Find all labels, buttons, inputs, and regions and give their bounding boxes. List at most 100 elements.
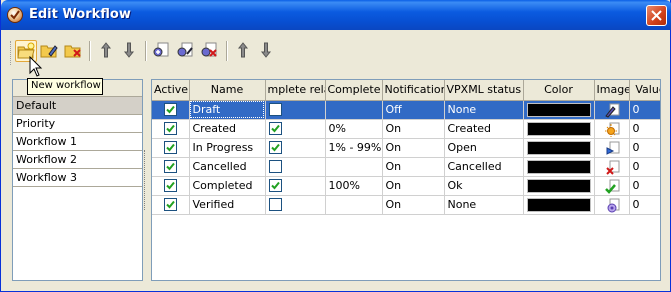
color-cell[interactable]: [523, 119, 595, 139]
complete-related-cell[interactable]: [265, 176, 326, 196]
active-checkbox[interactable]: [163, 103, 177, 117]
complete-related-checkbox[interactable]: [268, 122, 282, 136]
workflow-item[interactable]: Workflow 1: [13, 133, 142, 151]
complete-cell[interactable]: [325, 157, 383, 177]
table-row[interactable]: Created 0% On Created 0: [152, 119, 660, 139]
image-cell[interactable]: [594, 138, 630, 158]
column-header-image[interactable]: Image: [594, 80, 630, 101]
table-row[interactable]: In Progress 1% - 99% On Open 0: [152, 138, 660, 158]
move-workflow-up-button[interactable]: [96, 40, 118, 62]
color-swatch: [526, 159, 591, 174]
name-cell[interactable]: In Progress: [189, 138, 266, 158]
column-header-active[interactable]: Active: [152, 80, 190, 101]
notification-cell[interactable]: On: [382, 157, 445, 177]
panel-splitter[interactable]: [144, 150, 148, 210]
image-cell[interactable]: [594, 100, 630, 120]
value-cell[interactable]: 0: [629, 176, 660, 196]
vpxml-status-cell[interactable]: None: [444, 100, 524, 120]
table-row[interactable]: Completed 100% On Ok 0: [152, 176, 660, 196]
active-cell[interactable]: [152, 176, 190, 196]
color-cell[interactable]: [523, 138, 595, 158]
active-cell[interactable]: [152, 138, 190, 158]
image-cell[interactable]: [594, 157, 630, 177]
active-cell[interactable]: [152, 157, 190, 177]
value-cell[interactable]: 0: [629, 138, 660, 158]
vpxml-status-cell[interactable]: Open: [444, 138, 524, 158]
active-checkbox[interactable]: [163, 122, 177, 136]
close-button[interactable]: [646, 5, 667, 26]
value-cell[interactable]: 0: [629, 100, 660, 120]
active-checkbox[interactable]: [163, 160, 177, 174]
value-cell[interactable]: 0: [629, 195, 660, 215]
value-cell[interactable]: 0: [629, 119, 660, 139]
notification-cell[interactable]: On: [382, 176, 445, 196]
table-row[interactable]: Verified On None 0: [152, 195, 660, 215]
column-header-name[interactable]: Name: [189, 80, 266, 101]
name-cell[interactable]: Completed: [189, 176, 266, 196]
value-cell[interactable]: 0: [629, 157, 660, 177]
workflow-item[interactable]: Workflow 3: [13, 169, 142, 187]
active-cell[interactable]: [152, 119, 190, 139]
vpxml-status-cell[interactable]: None: [444, 195, 524, 215]
delete-status-button[interactable]: [199, 40, 221, 62]
active-checkbox[interactable]: [163, 179, 177, 193]
complete-related-cell[interactable]: [265, 157, 326, 177]
color-cell[interactable]: [523, 176, 595, 196]
notification-cell[interactable]: On: [382, 119, 445, 139]
column-header-complete[interactable]: Complete: [325, 80, 383, 101]
complete-related-cell[interactable]: [265, 100, 326, 120]
vpxml-status-cell[interactable]: Created: [444, 119, 524, 139]
complete-related-checkbox[interactable]: [268, 160, 282, 174]
edit-status-button[interactable]: [175, 40, 197, 62]
column-header-value[interactable]: Value: [629, 80, 660, 101]
column-header-vpxml-status[interactable]: VPXML status: [444, 80, 524, 101]
add-status-button[interactable]: [151, 40, 173, 62]
name-cell[interactable]: Cancelled: [189, 157, 266, 177]
vpxml-status-cell[interactable]: Cancelled: [444, 157, 524, 177]
complete-related-checkbox[interactable]: [268, 198, 282, 212]
complete-cell[interactable]: [325, 100, 383, 120]
complete-related-checkbox[interactable]: [268, 141, 282, 155]
complete-related-checkbox[interactable]: [268, 179, 282, 193]
complete-related-cell[interactable]: [265, 195, 326, 215]
active-cell[interactable]: [152, 195, 190, 215]
image-cell[interactable]: [594, 195, 630, 215]
color-swatch: [526, 140, 591, 155]
complete-related-cell[interactable]: [265, 119, 326, 139]
workflow-item[interactable]: Default: [13, 97, 142, 115]
active-checkbox[interactable]: [163, 198, 177, 212]
delete-workflow-button[interactable]: [63, 40, 85, 62]
title-bar[interactable]: Edit Workflow: [1, 0, 671, 30]
complete-cell[interactable]: 0%: [325, 119, 383, 139]
complete-cell[interactable]: [325, 195, 383, 215]
table-row[interactable]: Cancelled On Cancelled 0: [152, 157, 660, 177]
notification-cell[interactable]: On: [382, 138, 445, 158]
active-checkbox[interactable]: [163, 141, 177, 155]
complete-related-cell[interactable]: [265, 138, 326, 158]
vpxml-status-cell[interactable]: Ok: [444, 176, 524, 196]
workflow-item[interactable]: Priority: [13, 115, 142, 133]
column-header-color[interactable]: Color: [523, 80, 595, 101]
complete-cell[interactable]: 100%: [325, 176, 383, 196]
name-cell[interactable]: Verified: [189, 195, 266, 215]
workflow-item[interactable]: Workflow 2: [13, 151, 142, 169]
color-cell[interactable]: [523, 100, 595, 120]
name-cell[interactable]: Draft: [189, 100, 266, 120]
complete-cell[interactable]: 1% - 99%: [325, 138, 383, 158]
move-status-up-button[interactable]: [233, 40, 255, 62]
notification-cell[interactable]: On: [382, 195, 445, 215]
name-cell[interactable]: Created: [189, 119, 266, 139]
notification-cell[interactable]: Off: [382, 100, 445, 120]
edit-status-icon: [177, 42, 193, 57]
table-row[interactable]: Draft Off None 0: [152, 100, 660, 120]
active-cell[interactable]: [152, 100, 190, 120]
color-cell[interactable]: [523, 195, 595, 215]
color-cell[interactable]: [523, 157, 595, 177]
complete-related-checkbox[interactable]: [268, 103, 282, 117]
move-workflow-down-button[interactable]: [119, 40, 141, 62]
column-header-complete-related[interactable]: mplete relat: [265, 80, 326, 101]
column-header-notification[interactable]: Notification: [382, 80, 445, 101]
move-status-down-button[interactable]: [256, 40, 278, 62]
image-cell[interactable]: [594, 119, 630, 139]
image-cell[interactable]: [594, 176, 630, 196]
